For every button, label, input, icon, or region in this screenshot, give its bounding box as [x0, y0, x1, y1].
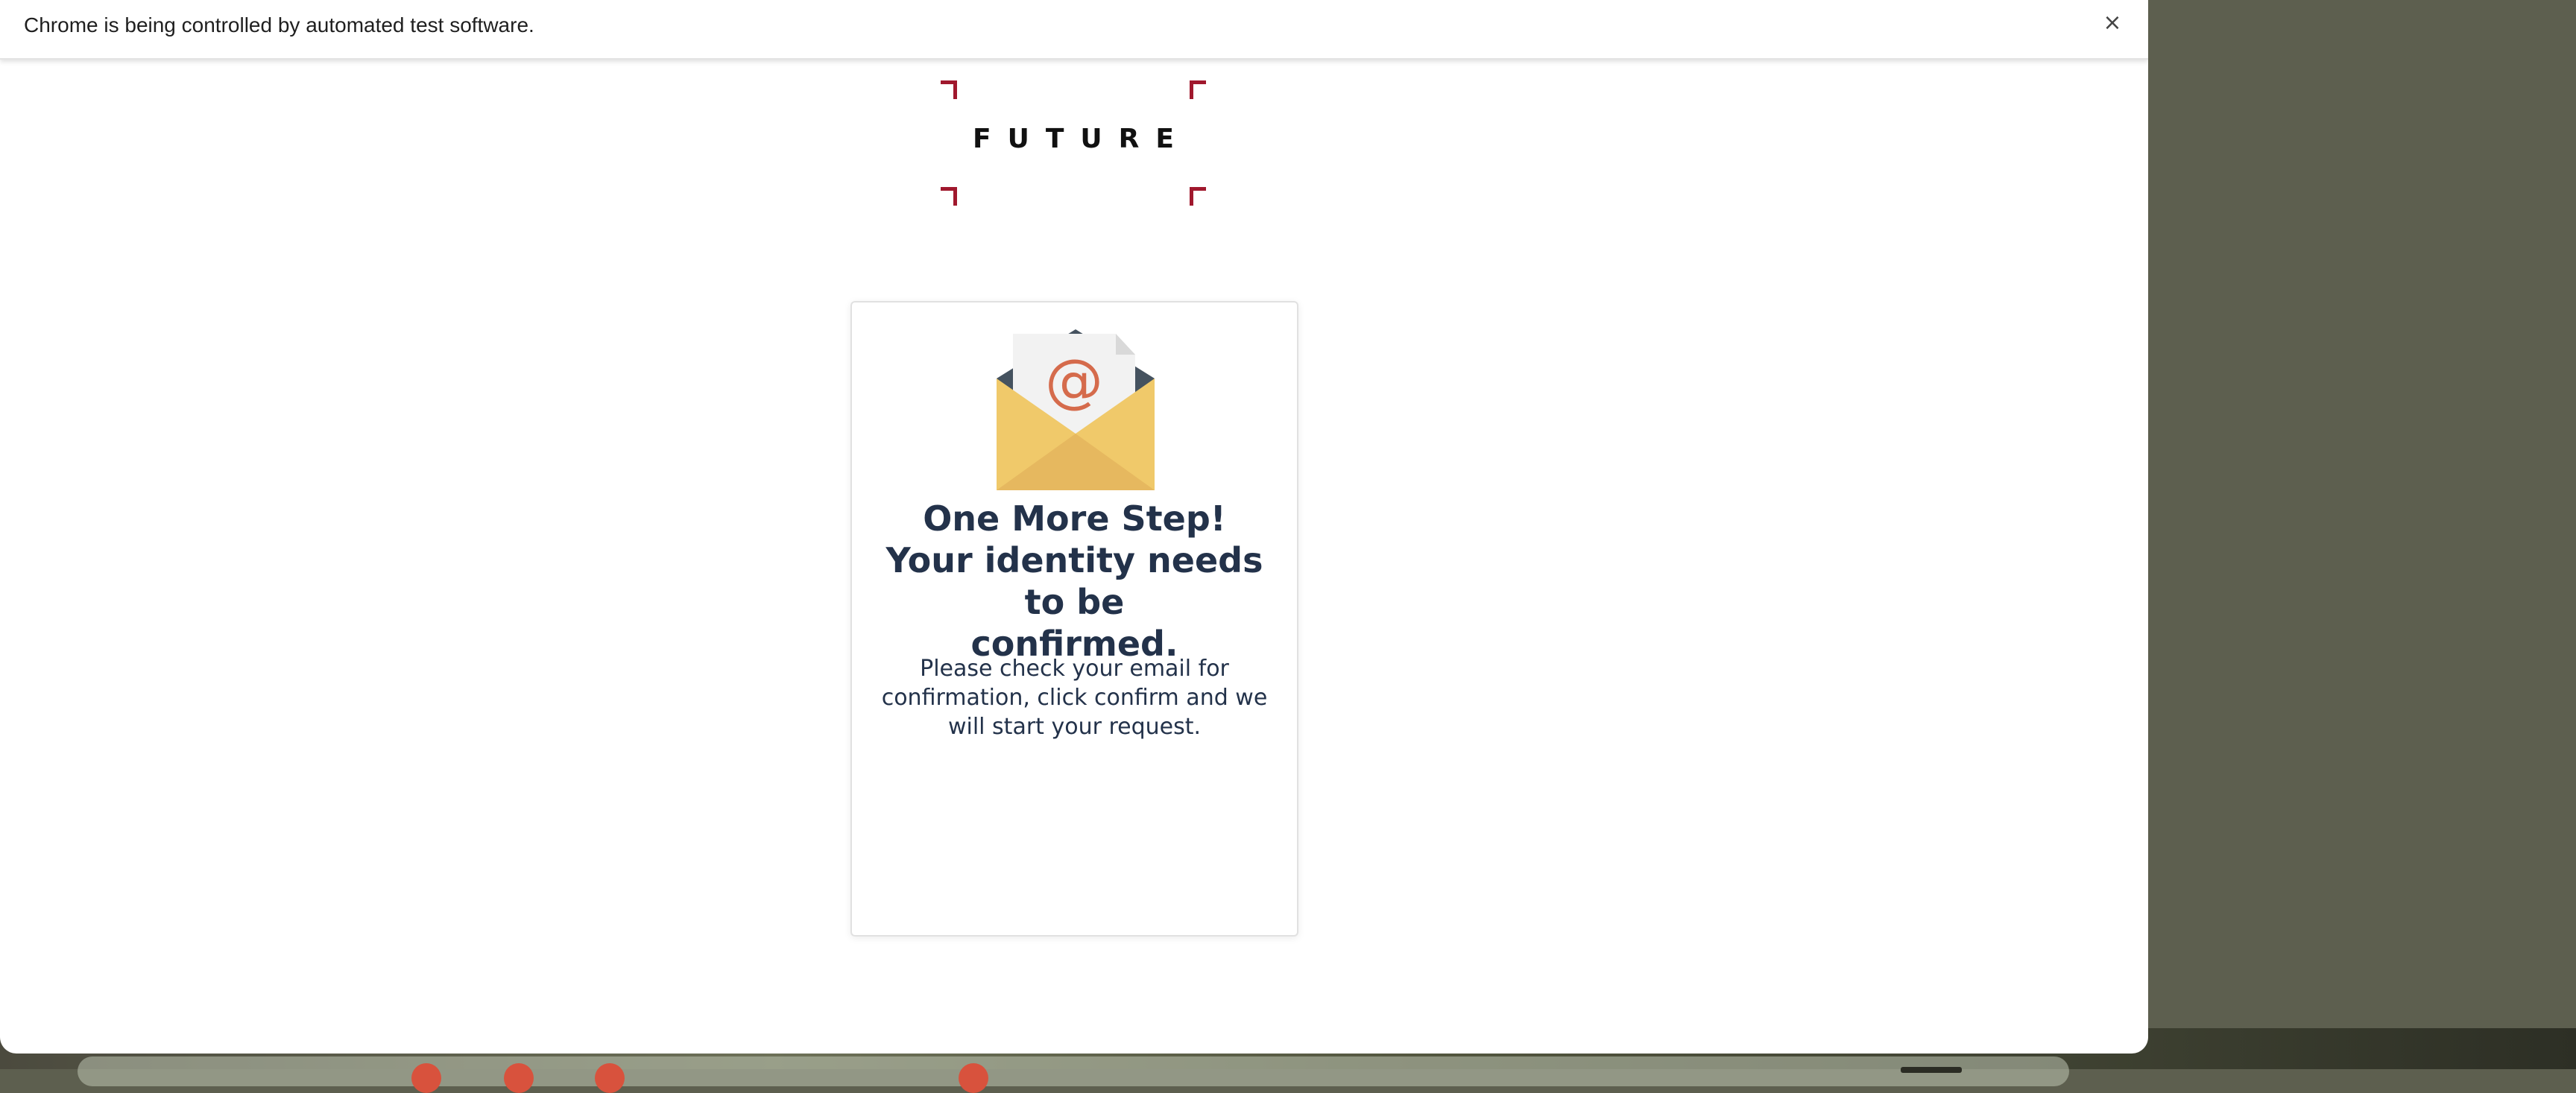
close-icon[interactable]: ×: [2099, 10, 2126, 37]
dock: [78, 1056, 2069, 1086]
confirmation-card: @ One More Step! Your identity needs to …: [850, 301, 1298, 937]
dock-app-icon[interactable]: [504, 1063, 534, 1093]
infobar-message: Chrome is being controlled by automated …: [24, 13, 534, 37]
confirmation-message: Please check your email for confirmation…: [881, 656, 1268, 740]
at-symbol: @: [1045, 348, 1103, 415]
logo-text: FUTURE: [973, 124, 1190, 154]
automation-infobar: Chrome is being controlled by automated …: [0, 0, 2148, 60]
card-heading: One More Step! Your identity needs to be…: [867, 498, 1282, 665]
dock-app-icon[interactable]: [595, 1063, 625, 1093]
heading-line-1: One More Step!: [923, 498, 1226, 539]
dock-indicator: [1901, 1067, 1962, 1073]
envelope-email-icon: @: [997, 329, 1155, 490]
heading-line-2: Your identity needs to be: [886, 540, 1263, 622]
dock-app-icon[interactable]: [959, 1063, 988, 1093]
browser-window: Chrome is being controlled by automated …: [0, 0, 2148, 1054]
dock-app-icon[interactable]: [411, 1063, 441, 1093]
